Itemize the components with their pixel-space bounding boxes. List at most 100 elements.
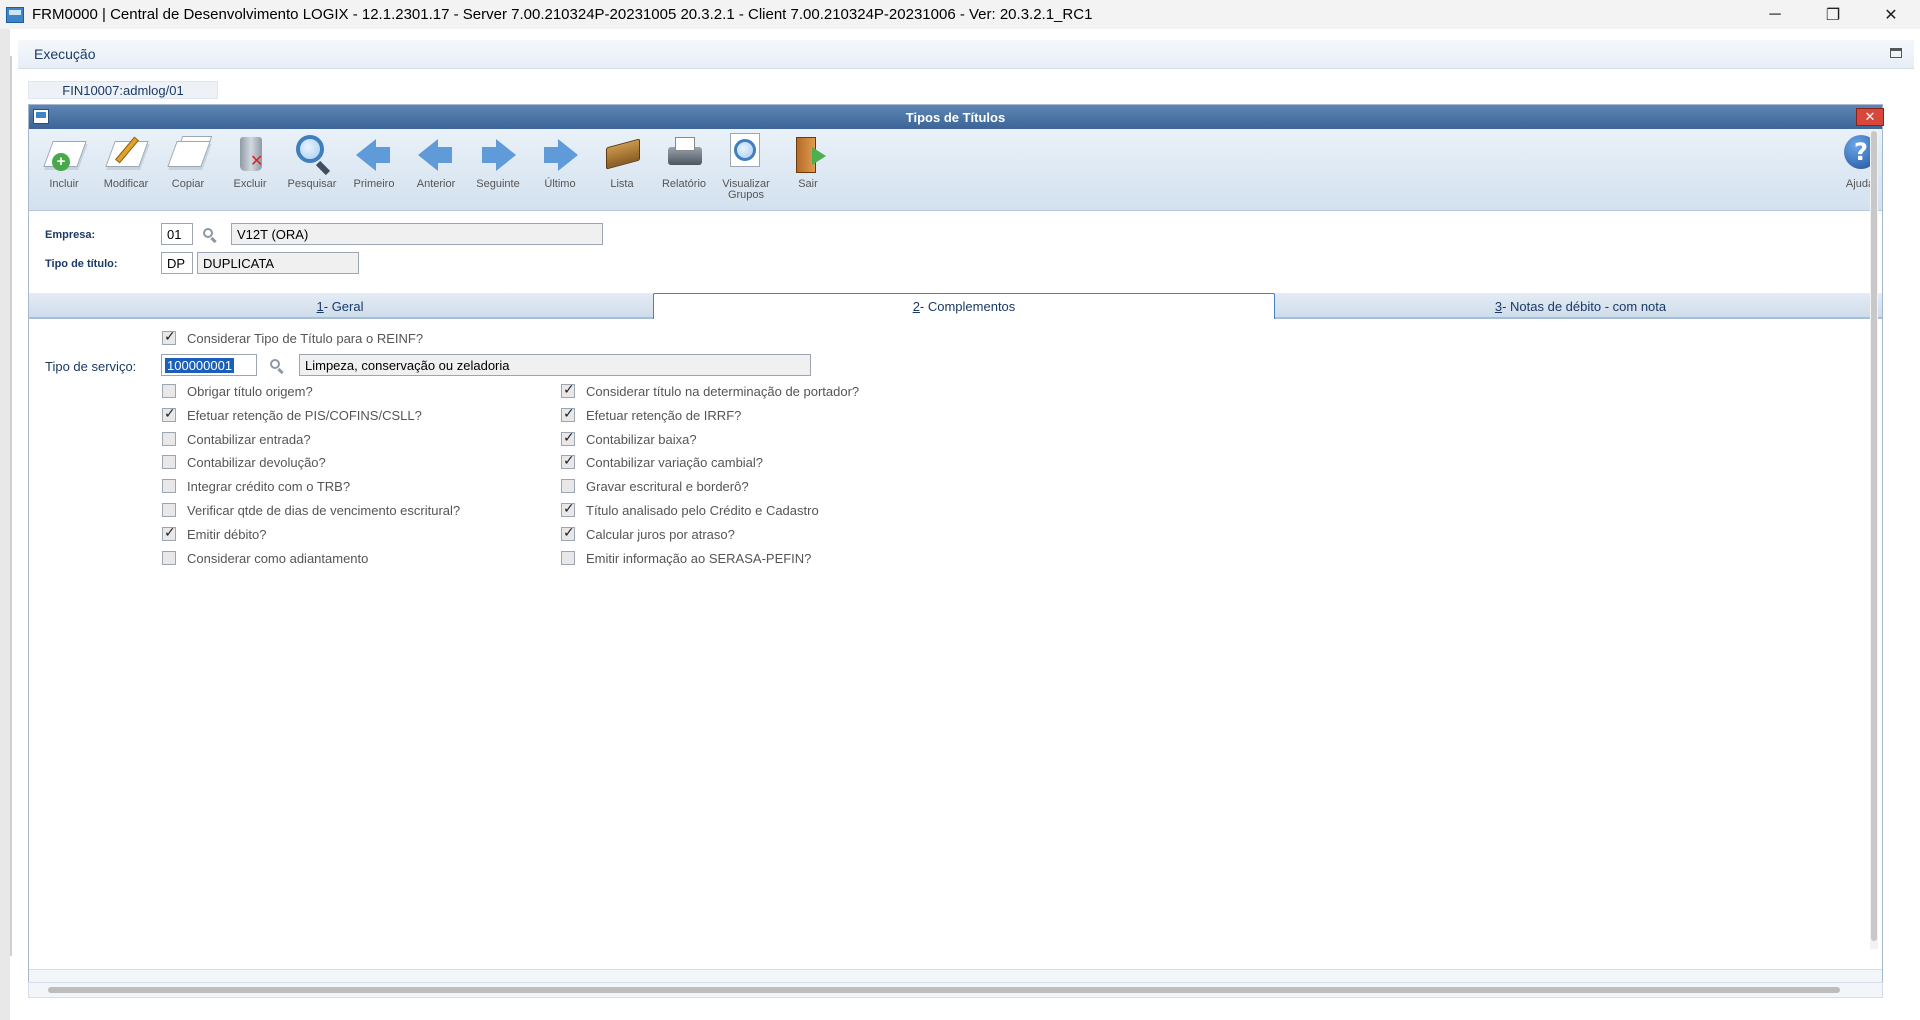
program-tab[interactable]: FIN10007:admlog/01 [28,81,218,99]
edit-document-icon [104,133,149,177]
empresa-code-field[interactable]: 01 [161,223,193,245]
tab-geral-label: - Geral [323,298,364,314]
visualizar-grupos-button[interactable]: Visualizar Grupos [715,133,777,205]
anterior-label: Anterior [416,178,456,190]
pesquisar-label: Pesquisar [287,178,337,190]
empresa-desc-field: V12T (ORA) [231,223,603,245]
horizontal-scrollbar[interactable] [48,987,1840,993]
relatorio-label: Relatório [661,178,707,190]
anterior-button[interactable]: Anterior [405,133,467,205]
tab-notas-key: 3 [1494,298,1503,314]
seguinte-label: Seguinte [476,178,520,190]
search-icon [290,133,334,177]
left-checkbox-2[interactable] [162,432,176,446]
panel-minimize-icon[interactable] [1890,48,1902,58]
app-icon [6,6,24,23]
menu-execucao[interactable]: Execução [34,46,95,62]
window-title: FRM0000 | Central de Desenvolvimento LOG… [32,6,1093,23]
left-checkbox-7[interactable] [162,551,176,565]
tipo-titulo-code-field[interactable]: DP [161,252,193,274]
tab-strip: 1 - Geral 2 - Complementos 3 - Notas de … [29,293,1882,319]
add-document-icon: + [42,133,87,177]
close-button[interactable]: ✕ [1862,0,1920,29]
lista-button[interactable]: Lista [591,133,653,205]
primeiro-label: Primeiro [353,178,395,190]
right-checkbox-label-3: Contabilizar variação cambial? [586,455,764,470]
right-checkbox-4[interactable] [561,479,575,493]
tab-notas-debito[interactable]: 3 - Notas de débito - com nota [1277,295,1884,317]
right-checkbox-5[interactable] [561,501,575,517]
trash-icon [228,133,272,177]
view-groups-icon [724,133,768,177]
empresa-zoom-icon[interactable] [202,227,218,244]
sair-button[interactable]: Sair [777,133,839,205]
right-checkbox-2[interactable] [561,430,575,446]
tab-complementos-label: - Complementos [919,299,1016,314]
relatorio-button[interactable]: Relatório [653,133,715,205]
form-close-button[interactable]: ✕ [1856,108,1884,126]
incluir-label: Incluir [49,178,79,190]
right-checkbox-6[interactable] [561,525,575,541]
form-status-bar [29,969,1882,983]
minimize-button[interactable]: ─ [1746,0,1804,29]
right-checkbox-label-5: Título analisado pelo Crédito e Cadastro [586,503,819,518]
left-checkbox-5[interactable] [162,503,176,517]
left-panel-strip [0,29,10,1020]
previous-record-icon [414,133,458,177]
form-window-icon [33,109,49,124]
excluir-label: Excluir [233,178,267,190]
first-record-icon [352,133,396,177]
copiar-label: Copiar [171,178,205,190]
right-checkbox-1[interactable] [561,406,575,422]
right-checkbox-label-7: Emitir informação ao SERASA-PEFIN? [586,551,812,566]
tab-geral[interactable]: 1 - Geral [29,295,651,317]
tipo-servico-code-value: 100000001 [165,357,235,373]
modificar-button[interactable]: Modificar [95,133,157,205]
left-checkbox-4[interactable] [162,479,176,493]
left-checkbox-label-0: Obrigar título origem? [187,384,313,399]
right-checkbox-label-4: Gravar escritural e borderô? [586,479,749,494]
left-checkbox-label-2: Contabilizar entrada? [187,432,311,447]
lista-label: Lista [610,178,634,190]
reinf-label: Considerar Tipo de Título para o REINF? [187,331,424,346]
left-checkbox-0[interactable] [162,384,176,398]
form-titlebar: Tipos de Títulos ✕ [29,105,1884,129]
tipo-servico-desc-field: Limpeza, conservação ou zeladoria [299,354,811,376]
primeiro-button[interactable]: Primeiro [343,133,405,205]
incluir-button[interactable]: + Incluir [33,133,95,205]
visualizar-grupos-label: Visualizar Grupos [722,179,770,201]
right-checkbox-7[interactable] [561,551,575,565]
vertical-scroll-thumb[interactable] [1871,131,1877,941]
tipo-servico-zoom-icon[interactable] [269,358,285,375]
excluir-button[interactable]: Excluir [219,133,281,205]
tipo-titulo-label: Tipo de título: [45,258,118,270]
left-checkbox-3[interactable] [162,455,176,469]
vertical-scrollbar[interactable] [1870,129,1878,949]
toolbar: + Incluir Modificar Copiar Excluir Pesqu… [29,129,1882,211]
empresa-label: Empresa: [45,229,96,241]
left-checkbox-label-4: Integrar crédito com o TRB? [187,479,351,494]
seguinte-button[interactable]: Seguinte [467,133,529,205]
left-checkbox-6[interactable] [162,525,176,541]
exit-door-icon [786,133,830,177]
left-checkbox-label-1: Efetuar retenção de PIS/COFINS/CSLL? [187,408,422,423]
reinf-checkbox[interactable] [162,329,176,345]
right-checkbox-label-0: Considerar título na determinação de por… [586,384,860,399]
left-checkbox-label-7: Considerar como adiantamento [187,551,369,566]
right-checkbox-3[interactable] [561,453,575,469]
ultimo-button[interactable]: Último [529,133,591,205]
copy-document-icon [166,133,213,177]
tipo-servico-code-field[interactable]: 100000001 [161,354,257,376]
last-record-icon [538,133,582,177]
window-titlebar: FRM0000 | Central de Desenvolvimento LOG… [0,0,1920,29]
ajuda-button[interactable]: ? Ajuda [1829,133,1891,205]
form-window: Tipos de Títulos ✕ + Incluir Modificar C… [28,104,1884,983]
restore-button[interactable]: ❐ [1804,0,1862,29]
tab-complementos[interactable]: 2 - Complementos [653,293,1275,319]
pesquisar-button[interactable]: Pesquisar [281,133,343,205]
right-checkbox-0[interactable] [561,382,575,398]
copiar-button[interactable]: Copiar [157,133,219,205]
tab-geral-key: 1 [316,298,324,314]
left-checkbox-label-3: Contabilizar devolução? [187,455,326,470]
left-checkbox-1[interactable] [162,406,176,422]
